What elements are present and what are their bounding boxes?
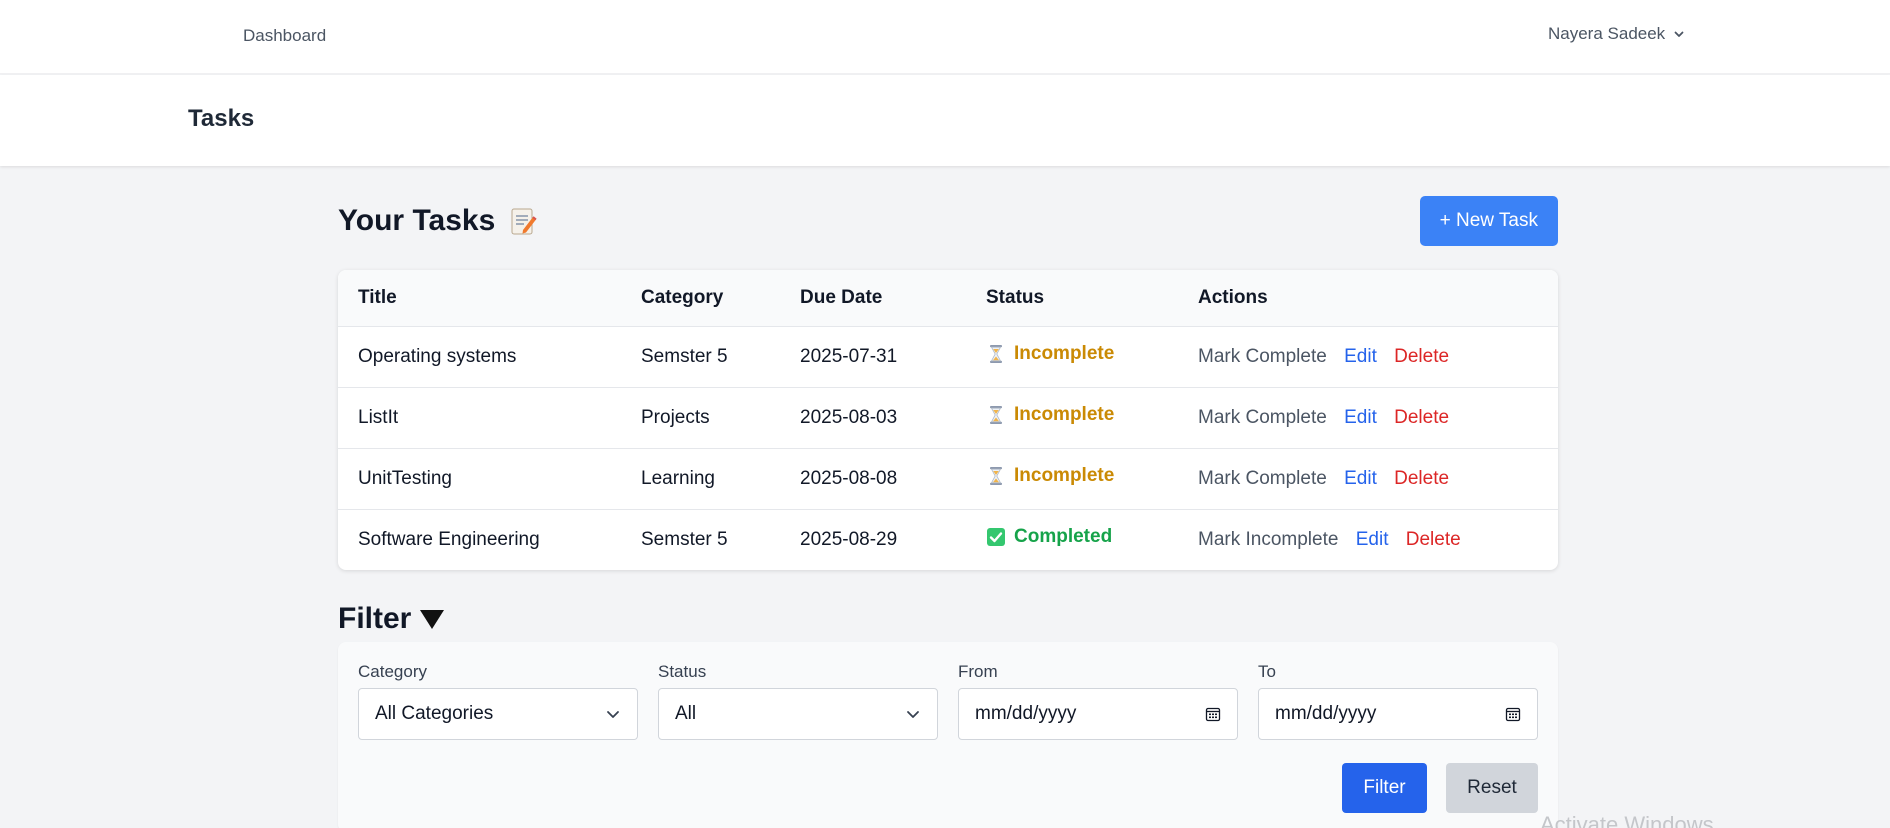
category-filter-group: Category All Categories [358,662,638,740]
status-filter-group: Status All [658,662,938,740]
edit-link[interactable]: Edit [1344,407,1377,428]
task-title: Software Engineering [358,528,540,550]
column-header-status: Status [966,270,1178,327]
status-select[interactable]: All [658,688,938,740]
edit-link[interactable]: Edit [1356,529,1389,550]
from-date-label: From [958,662,998,681]
from-date-placeholder: mm/dd/yyyy [975,703,1077,724]
page-header: Tasks [0,75,1890,166]
calendar-icon[interactable] [1205,706,1221,722]
to-date-group: To mm/dd/yyyy [1258,662,1538,740]
table-row: Operating systems Semster 5 2025-07-31 I… [338,326,1558,388]
task-status-cell: Incomplete [966,448,1178,510]
task-status-cell: Completed [966,509,1178,570]
memo-icon [511,208,537,235]
calendar-icon[interactable] [1505,706,1521,722]
status-text: Incomplete [1014,343,1115,364]
task-title: Operating systems [338,326,621,388]
column-header-category: Category [621,270,780,327]
edit-link[interactable]: Edit [1344,346,1377,367]
column-header-actions: Actions [1178,270,1558,327]
task-actions-cell: Mark Complete Edit Delete [1178,448,1558,510]
mark-incomplete-button[interactable]: Mark Incomplete [1198,529,1338,550]
task-category: Projects [621,387,780,449]
table-row: ListIt Projects 2025-08-03 Incomplete Ma… [338,387,1558,449]
your-tasks-heading-text: Your Tasks [338,204,496,237]
column-header-due-date: Due Date [780,270,966,327]
tasks-table-card: Title Category Due Date Status Actions O… [338,270,1558,570]
delete-link[interactable]: Delete [1406,529,1461,550]
status-badge: Incomplete [986,404,1114,426]
delete-link[interactable]: Delete [1394,468,1449,489]
hourglass-icon [990,406,1002,424]
new-task-button[interactable]: + New Task [1419,196,1558,246]
delete-link[interactable]: Delete [1394,407,1449,428]
chevron-down-icon [1674,31,1684,37]
mark-complete-button[interactable]: Mark Complete [1198,468,1327,489]
activate-windows-watermark: Activate Windows [1540,812,1714,828]
category-select-value: All Categories [375,703,494,724]
status-filter-label: Status [658,662,707,681]
triangle-down-icon [420,610,445,629]
task-actions-cell: Mark Incomplete Edit Delete [1178,509,1558,570]
table-header-row: Title Category Due Date Status Actions [338,270,1558,327]
task-due-date: 2025-07-31 [780,326,966,388]
page-title: Tasks [188,105,255,132]
top-navbar: Dashboard Nayera Sadeek [0,0,1890,74]
edit-link[interactable]: Edit [1344,468,1377,489]
to-date-placeholder: mm/dd/yyyy [1275,703,1377,724]
task-due-date: 2025-08-08 [780,448,966,510]
main-content: Your Tasks + New Task Title Category Due… [338,196,1558,828]
from-date-input[interactable]: mm/dd/yyyy [958,688,1238,740]
status-badge: Incomplete [986,343,1114,365]
task-status-cell: Incomplete [966,387,1178,449]
your-tasks-heading: Your Tasks [338,204,537,238]
from-date-group: From mm/dd/yyyy [958,662,1238,740]
task-due-date: 2025-08-03 [780,387,966,449]
task-title: UnitTesting [338,448,621,510]
status-badge: Completed [986,526,1112,548]
task-due-date: 2025-08-29 [800,528,898,550]
column-header-title: Title [338,270,621,327]
tasks-title-row: Your Tasks + New Task [338,196,1558,248]
delete-link[interactable]: Delete [1394,346,1449,367]
mark-complete-button[interactable]: Mark Complete [1198,346,1327,367]
user-menu-dropdown[interactable]: Nayera Sadeek [1548,24,1685,44]
task-category: Semster 5 [641,528,728,550]
check-mark-icon [987,528,1005,547]
table-row: Software Engineering Semster 5 2025-08-2… [338,509,1558,570]
filter-heading: Filter [338,602,445,636]
hourglass-icon [990,345,1002,363]
status-select-value: All [675,703,697,724]
mark-complete-button[interactable]: Mark Complete [1198,407,1327,428]
hourglass-icon [990,467,1002,485]
task-title: ListIt [338,387,621,449]
to-date-label: To [1258,662,1276,681]
status-text: Incomplete [1014,465,1115,486]
to-date-input[interactable]: mm/dd/yyyy [1258,688,1538,740]
chevron-down-icon [907,711,919,718]
nav-dashboard-link[interactable]: Dashboard [243,26,326,46]
filter-button[interactable]: Filter [1342,763,1427,813]
task-actions-cell: Mark Complete Edit Delete [1178,326,1558,388]
tasks-table: Title Category Due Date Status Actions O… [338,270,1558,570]
reset-button[interactable]: Reset [1446,763,1538,813]
chevron-down-icon [607,711,619,718]
status-text: Incomplete [1014,404,1115,425]
status-badge: Incomplete [986,465,1114,487]
table-row: UnitTesting Learning 2025-08-08 Incomple… [338,448,1558,510]
task-actions-cell: Mark Complete Edit Delete [1178,387,1558,449]
category-filter-label: Category [358,662,427,681]
task-category: Learning [621,448,780,510]
task-status-cell: Incomplete [966,326,1178,388]
filter-heading-text: Filter [338,602,412,635]
filter-form: Category All Categories Status All From … [338,642,1558,828]
status-text: Completed [1014,526,1113,548]
task-category: Semster 5 [621,326,780,388]
category-select[interactable]: All Categories [358,688,638,740]
user-name: Nayera Sadeek [1548,24,1666,43]
